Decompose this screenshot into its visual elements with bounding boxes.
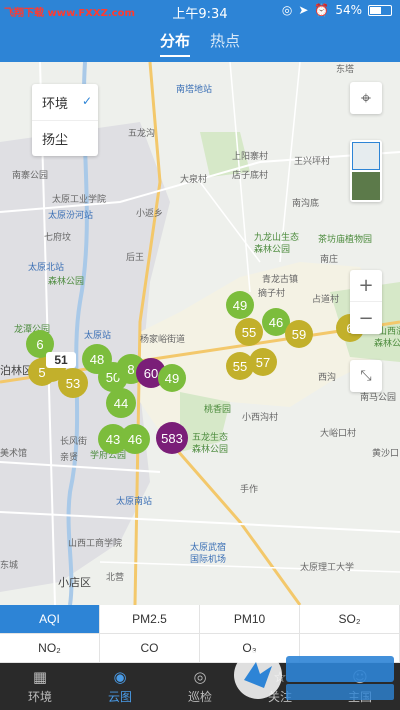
check-icon: ✓: [81, 94, 92, 108]
map-label: 长风街: [60, 437, 88, 447]
map-label: 摘子村: [258, 289, 286, 299]
map-label: 桃香园: [204, 405, 232, 415]
battery-icon: [368, 4, 392, 16]
pollutant-no2[interactable]: NO₂: [0, 634, 100, 663]
pollutant-co[interactable]: CO: [100, 634, 200, 663]
map-label: 后王: [126, 253, 145, 263]
record-icon: ◎: [193, 668, 207, 686]
nav-label: 云图: [107, 690, 132, 704]
pollutant-pm25[interactable]: PM2.5: [100, 605, 200, 634]
app-header: 飞翔下载 www.FXXZ.com 上午9:34 ◎ ➤ ⏰ 54% 分布 热点: [0, 0, 400, 62]
tab-hotspot[interactable]: 热点: [210, 30, 240, 57]
map-label: 小返乡: [136, 209, 164, 219]
map-label: 森林公园: [192, 445, 229, 455]
aqi-marker[interactable]: 583: [156, 422, 188, 454]
map-label: 上阳寨村: [232, 152, 269, 162]
map-label: 东塔: [336, 65, 355, 75]
layer-option-dust[interactable]: 扬尘: [32, 120, 98, 156]
signal-icon: ◎: [281, 3, 293, 17]
fullscreen-button[interactable]: ⤡: [350, 360, 382, 392]
layer-option-environment[interactable]: 环境 ✓: [32, 84, 98, 120]
status-bar: 飞翔下载 www.FXXZ.com 上午9:34 ◎ ➤ ⏰ 54%: [0, 0, 400, 22]
map-label: 山西工商学院: [68, 539, 123, 549]
aqi-marker[interactable]: 57: [249, 348, 277, 376]
map-label: 北营: [106, 573, 125, 583]
zoom-out-button[interactable]: −: [350, 302, 382, 334]
layer-option-label: 扬尘: [42, 133, 69, 148]
battery-percent: 54%: [335, 3, 362, 17]
map-label: 森林公园: [254, 245, 291, 255]
layer-type-panel: 环境 ✓ 扬尘: [32, 84, 98, 156]
top-tabs: 分布 热点: [0, 30, 400, 57]
map-label: 太原北站: [28, 263, 65, 273]
minus-icon: −: [358, 307, 374, 329]
map-label: 森林公园: [48, 277, 85, 287]
map-label: 大峪口村: [320, 429, 357, 439]
map-label: 青龙古镇: [262, 275, 299, 285]
nav-label: 环境: [27, 690, 52, 704]
map-label: 小西沟村: [242, 413, 279, 423]
map-label: 森林公: [374, 339, 400, 349]
map-view[interactable]: 南塔地站 东塔 五龙沟 上阳寨村 王兴坪村 大泉村 店子底村 南寨公园 太原工业…: [0, 62, 400, 605]
map-label: 太原理工大学: [300, 563, 355, 573]
map-label: 太原汾河站: [48, 211, 94, 221]
map-label: 南寨公园: [12, 171, 49, 181]
aqi-marker[interactable]: 44: [106, 388, 136, 418]
map-label: 七府坟: [44, 233, 72, 243]
nav-environment[interactable]: ▦ 环境: [0, 663, 80, 710]
nav-cloud-map[interactable]: ◉ 云图: [80, 663, 160, 710]
map-label: 店子底村: [232, 171, 269, 181]
aqi-marker[interactable]: 46: [120, 424, 150, 454]
map-label: 太原站: [84, 331, 112, 341]
zoom-in-button[interactable]: +: [350, 270, 382, 302]
map-label: 国际机场: [190, 555, 227, 565]
nav-label: 巡检: [187, 690, 212, 704]
map-label: 茶坊庙植物园: [318, 235, 373, 245]
map-label: 亲贤: [60, 453, 79, 463]
map-label: 西沟: [318, 373, 337, 383]
location-arrow-icon: ➤: [298, 3, 309, 17]
map-label: 杨家峪街道: [140, 335, 186, 345]
layer-icon: [352, 142, 380, 170]
map-label: 大泉村: [180, 175, 208, 185]
map-label: 南沟底: [292, 199, 320, 209]
chart-icon: ▦: [32, 668, 48, 686]
aqi-marker[interactable]: 59: [285, 320, 313, 348]
map-label: 南庄: [320, 255, 339, 265]
aqi-marker[interactable]: 55: [235, 318, 263, 346]
aqi-marker[interactable]: 53: [58, 368, 88, 398]
map-label: 黄沙口: [372, 449, 400, 459]
locate-button[interactable]: ⌖: [350, 82, 382, 114]
pollutant-so2[interactable]: SO₂: [300, 605, 400, 634]
map-label: 东城: [0, 561, 19, 571]
plus-icon: +: [358, 275, 374, 296]
locate-icon: ⌖: [360, 87, 372, 109]
collapse-icon: ⤡: [360, 368, 372, 384]
satellite-layer-thumbnail: [352, 172, 380, 200]
nav-inspection[interactable]: ◎ 巡检: [160, 663, 240, 710]
watermark-logo: [234, 651, 394, 700]
map-label: 太原南站: [116, 497, 153, 507]
tab-distribution[interactable]: 分布: [159, 30, 190, 57]
layer-option-label: 环境: [42, 96, 69, 112]
pollutant-aqi[interactable]: AQI: [0, 605, 100, 634]
alarm-icon: ⏰: [314, 3, 330, 17]
map-label: 占道村: [312, 295, 340, 305]
pollutant-pm10[interactable]: PM10: [200, 605, 300, 634]
eye-icon: ◉: [113, 668, 127, 686]
map-label: 美术馆: [0, 449, 28, 459]
map-layer-switch[interactable]: [350, 140, 382, 202]
map-label: 手作: [240, 485, 259, 495]
aqi-marker[interactable]: 49: [158, 364, 186, 392]
map-label: 南塔地站: [176, 85, 213, 95]
map-label: 小店区: [58, 576, 91, 589]
map-label: 王兴坪村: [294, 157, 331, 167]
zoom-control: + −: [350, 270, 382, 334]
map-label: 太原工业学院: [52, 195, 107, 205]
status-right: ◎ ➤ ⏰ 54%: [282, 3, 392, 17]
aqi-callout[interactable]: 51: [46, 352, 76, 368]
aqi-marker[interactable]: 49: [226, 291, 254, 319]
map-label: 五龙沟: [128, 129, 156, 139]
